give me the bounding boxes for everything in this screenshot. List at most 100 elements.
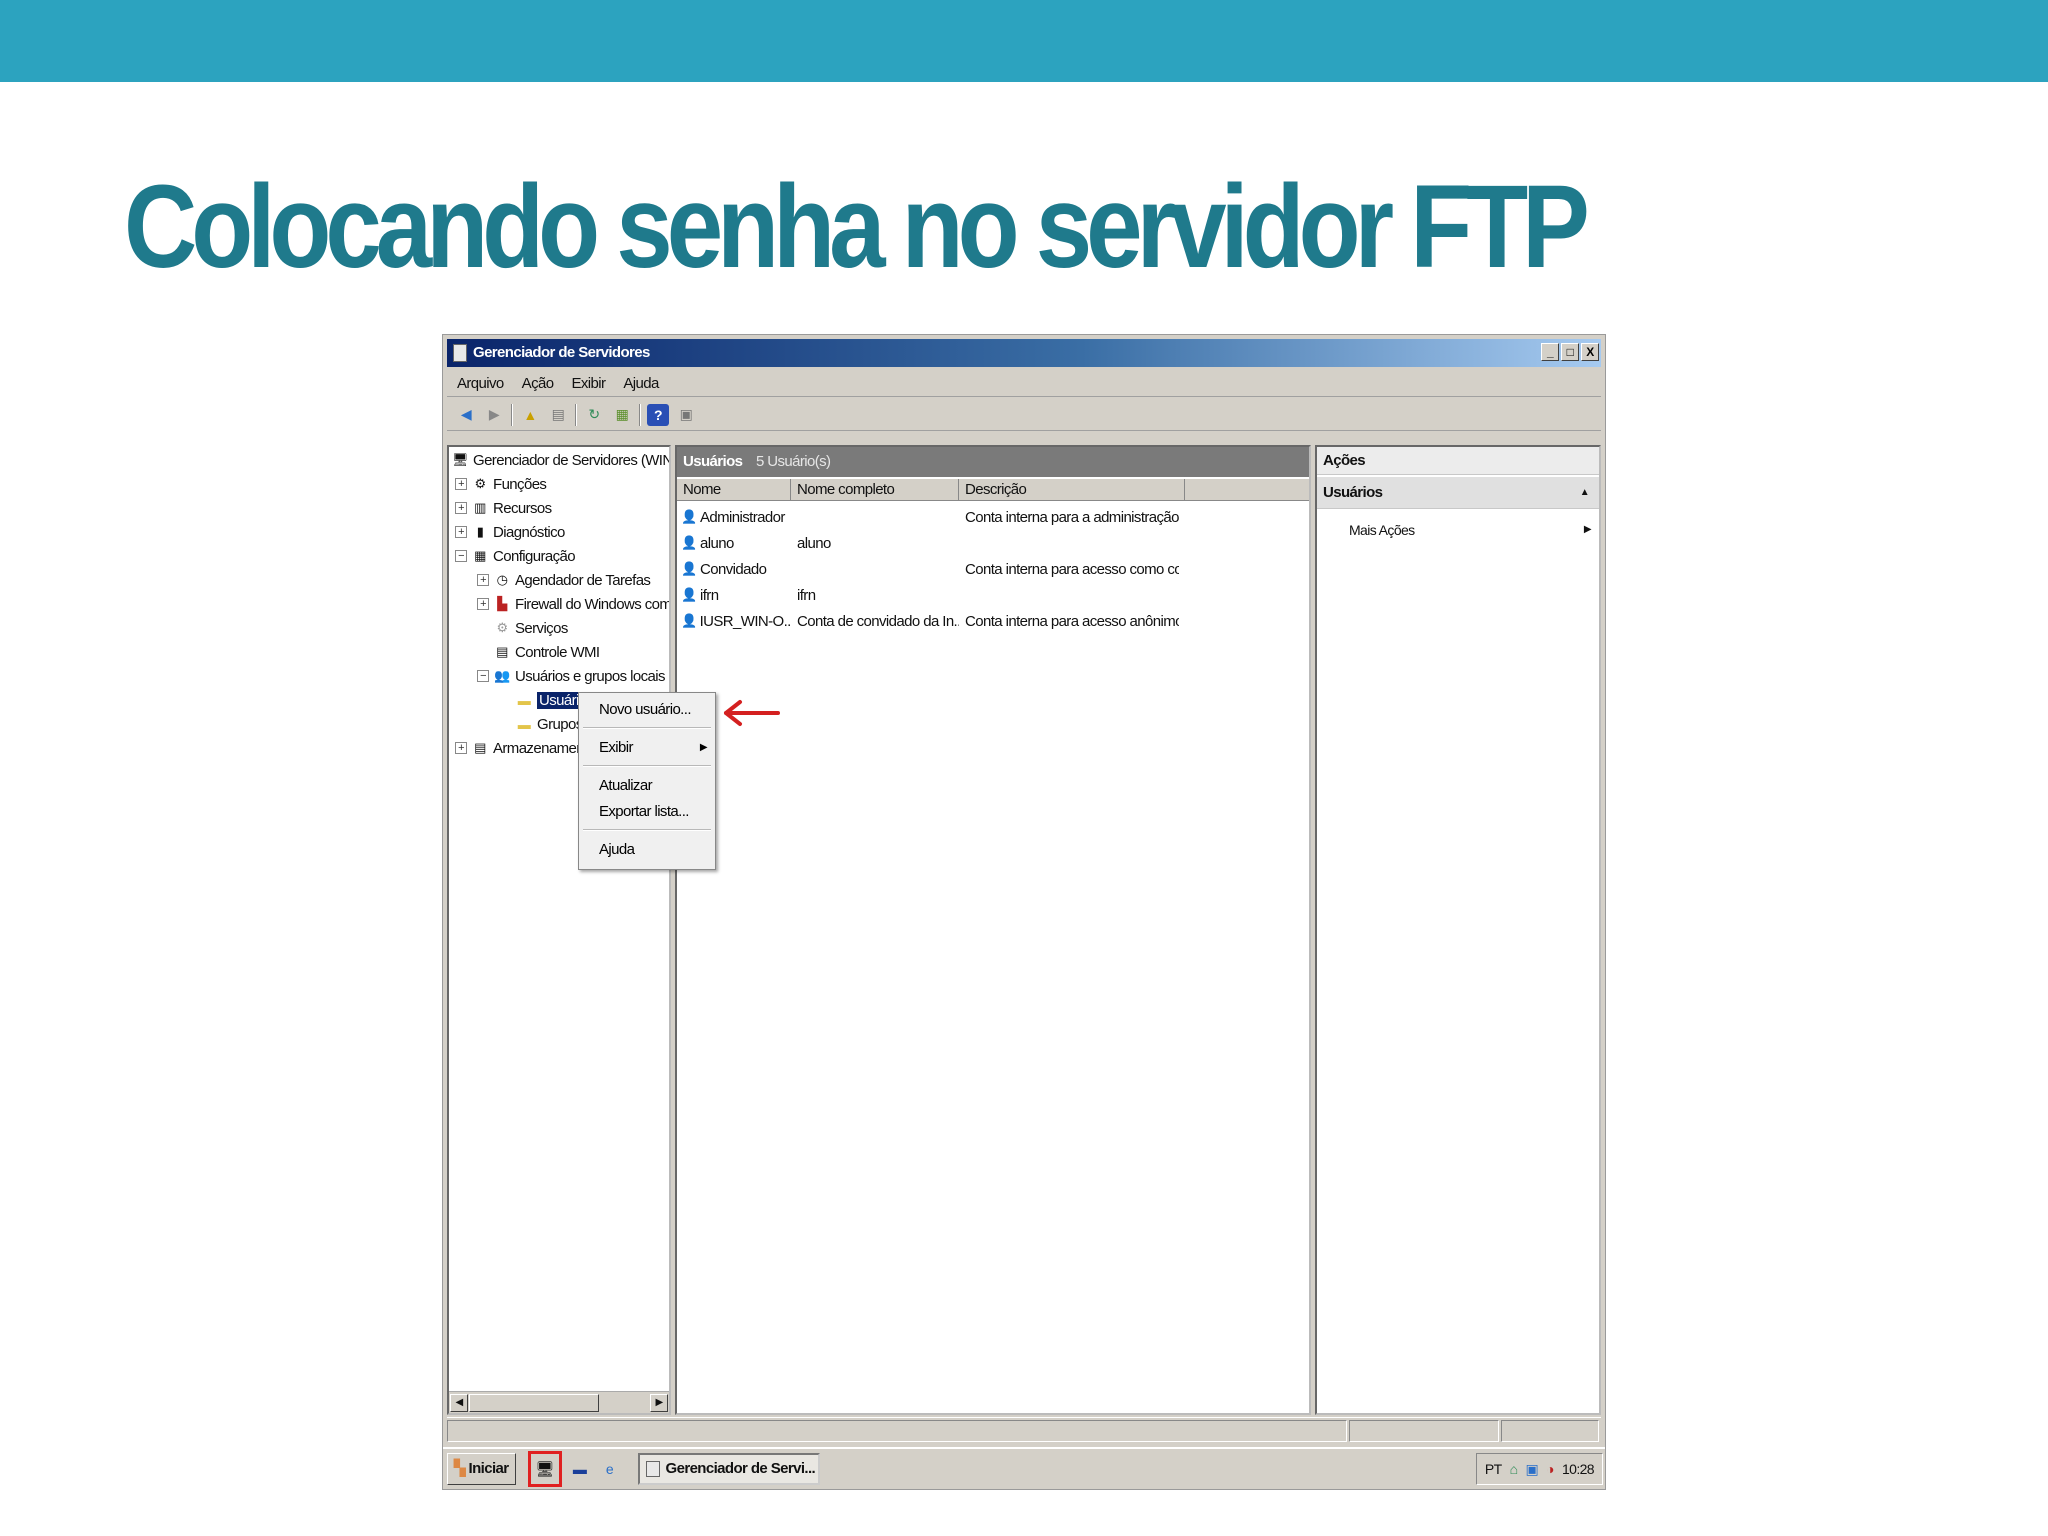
table-row[interactable]: 👤 aluno aluno xyxy=(677,531,1179,555)
close-button[interactable]: X xyxy=(1581,343,1599,361)
language-indicator[interactable]: PT xyxy=(1485,1461,1502,1477)
tree-item-servicos[interactable]: ⚙ Serviços xyxy=(493,617,568,639)
list-count: 5 Usuário(s) xyxy=(755,453,831,470)
submenu-arrow-icon: ▶ xyxy=(699,742,708,753)
column-header-descricao[interactable]: Descrição xyxy=(959,479,1185,500)
expand-icon[interactable]: + xyxy=(477,598,489,610)
menu-ajuda[interactable]: Ajuda xyxy=(623,375,659,392)
tree-item-label: Grupos xyxy=(537,715,583,733)
taskbar-server-manager-button[interactable]: Gerenciador de Servi... xyxy=(637,1453,820,1485)
menu-separator xyxy=(583,727,711,729)
back-arrow-icon[interactable]: ◀ xyxy=(455,404,477,426)
user-description: Conta interna para acesso como con... xyxy=(965,560,1179,578)
user-full-name: ifrn xyxy=(797,586,816,604)
volume-icon[interactable]: ◑ xyxy=(1546,1461,1554,1477)
menu-bar: Arquivo Ação Exibir Ajuda xyxy=(447,371,1601,397)
clock[interactable]: 10:28 xyxy=(1562,1461,1595,1477)
tree-item-label: Armazenamen xyxy=(493,739,585,757)
tree-item-usuarios[interactable]: ▬ Usuári xyxy=(515,689,581,711)
actions-section-label: Usuários xyxy=(1323,484,1383,501)
status-panel xyxy=(447,1420,1347,1442)
window-title-bar[interactable]: Gerenciador de Servidores _ □ X xyxy=(447,339,1601,367)
table-row[interactable]: 👤 Administrador Conta interna para a admi… xyxy=(677,505,1179,529)
tree-item-firewall[interactable]: + ▙ Firewall do Windows com Se xyxy=(477,593,671,615)
internet-explorer-icon[interactable]: e xyxy=(598,1457,622,1481)
scroll-thumb[interactable] xyxy=(469,1394,599,1412)
collapse-up-icon[interactable]: ▲ xyxy=(1580,477,1590,509)
expand-icon[interactable]: + xyxy=(455,502,467,514)
user-name: Administrador xyxy=(700,508,785,526)
expand-icon[interactable]: + xyxy=(455,478,467,490)
tree-item-wmi[interactable]: ▤ Controle WMI xyxy=(493,641,600,663)
menu-exibir[interactable]: Exibir xyxy=(571,375,606,392)
column-header-nome-completo[interactable]: Nome completo xyxy=(791,479,959,500)
slide-title: Colocando senha no servidor FTP xyxy=(124,161,1590,293)
expand-icon[interactable]: + xyxy=(455,526,467,538)
menu-item-exibir[interactable]: Exibir ▶ xyxy=(599,737,709,759)
tree-item-funcoes[interactable]: + ⚙ Funções xyxy=(455,473,547,495)
table-row[interactable]: 👤 IUSR_WIN-O... Conta de convidado da In.… xyxy=(677,609,1179,633)
tree-item-configuracao[interactable]: − ▦ Configuração xyxy=(455,545,576,567)
taskbar: ▚ Iniciar 🖥 ▬ e Gerenciador de Servi... … xyxy=(443,1447,1605,1489)
menu-acao[interactable]: Ação xyxy=(522,375,554,392)
start-button[interactable]: ▚ Iniciar xyxy=(447,1453,516,1485)
tree-item-usuarios-grupos[interactable]: − 👥 Usuários e grupos locais xyxy=(477,665,665,687)
wmi-icon: ▤ xyxy=(496,644,508,659)
actions-section-usuarios[interactable]: Usuários ▲ xyxy=(1317,477,1599,509)
menu-item-label: Exibir xyxy=(599,739,634,756)
status-bar xyxy=(447,1417,1601,1443)
start-label: Iniciar xyxy=(468,1460,510,1477)
help-icon[interactable]: ? xyxy=(647,403,669,426)
column-header-nome[interactable]: Nome xyxy=(677,479,791,500)
tree-root[interactable]: 🖥 Gerenciador de Servidores (WIN-OI xyxy=(451,449,669,471)
minimize-button[interactable]: _ xyxy=(1541,343,1559,361)
server-manager-quicklaunch-icon[interactable]: 🖥 xyxy=(527,1451,562,1487)
menu-arquivo[interactable]: Arquivo xyxy=(457,375,504,392)
tree-item-grupos[interactable]: ▬ Grupos xyxy=(515,713,583,735)
powershell-icon[interactable]: ▬ xyxy=(568,1457,592,1481)
scroll-left-icon[interactable]: ◀ xyxy=(450,1394,468,1412)
maximize-button[interactable]: □ xyxy=(1561,343,1579,361)
menu-item-exportar-lista[interactable]: Exportar lista... xyxy=(599,801,709,823)
roles-icon: ⚙ xyxy=(474,476,486,491)
menu-item-ajuda[interactable]: Ajuda xyxy=(599,839,709,861)
tree-item-label: Diagnóstico xyxy=(493,523,565,541)
users-list-pane: Usuários 5 Usuário(s) Nome Nome completo… xyxy=(675,445,1311,1415)
mais-acoes-item[interactable]: Mais Ações ▶ xyxy=(1349,519,1592,541)
menu-item-atualizar[interactable]: Atualizar xyxy=(599,775,709,797)
show-hide-tree-icon[interactable]: ▤ xyxy=(547,404,569,426)
tree-item-armazenamento[interactable]: + ▤ Armazenamen xyxy=(455,737,585,759)
folder-icon: ▬ xyxy=(517,692,531,708)
status-panel xyxy=(1501,1420,1599,1442)
table-row[interactable]: 👤 ifrn ifrn xyxy=(677,583,1179,607)
user-icon: 👤 xyxy=(681,535,697,550)
tree-horizontal-scrollbar[interactable]: ◀ ▶ xyxy=(449,1391,669,1413)
export-list-icon[interactable]: ▦ xyxy=(611,404,633,426)
up-folder-icon[interactable]: ▲ xyxy=(519,404,541,426)
tree-item-diagnostico[interactable]: + ▮ Diagnóstico xyxy=(455,521,565,543)
monitor-icon[interactable]: ▣ xyxy=(1525,1461,1538,1478)
server-manager-screenshot: Gerenciador de Servidores _ □ X Arquivo … xyxy=(442,334,1606,1490)
list-title: Usuários xyxy=(683,453,743,470)
expand-icon[interactable]: + xyxy=(477,574,489,586)
tree-item-agendador[interactable]: + ◷ Agendador de Tarefas xyxy=(477,569,651,591)
tree-item-label: Usuári xyxy=(537,691,581,709)
table-row[interactable]: 👤 Convidado Conta interna para acesso com… xyxy=(677,557,1179,581)
menu-separator xyxy=(583,829,711,831)
expand-icon[interactable]: + xyxy=(455,742,467,754)
forward-arrow-icon[interactable]: ▶ xyxy=(483,404,505,426)
menu-item-novo-usuario[interactable]: Novo usuário... xyxy=(599,699,709,721)
tree-item-label: Firewall do Windows com Se xyxy=(515,595,671,613)
collapse-icon[interactable]: − xyxy=(477,670,489,682)
window-title: Gerenciador de Servidores xyxy=(473,344,650,361)
user-description: Conta interna para a administração ... xyxy=(965,508,1179,526)
scroll-right-icon[interactable]: ▶ xyxy=(650,1394,668,1412)
collapse-icon[interactable]: − xyxy=(455,550,467,562)
tree-item-recursos[interactable]: + ▥ Recursos xyxy=(455,497,552,519)
toolbar-separator xyxy=(511,403,513,426)
refresh-icon[interactable]: ↻ xyxy=(583,404,605,426)
slide-top-bar xyxy=(0,0,2048,82)
tree-item-label: Recursos xyxy=(493,499,552,517)
properties-icon[interactable]: ▣ xyxy=(675,404,697,426)
network-icon[interactable]: ⌂ xyxy=(1510,1461,1518,1477)
